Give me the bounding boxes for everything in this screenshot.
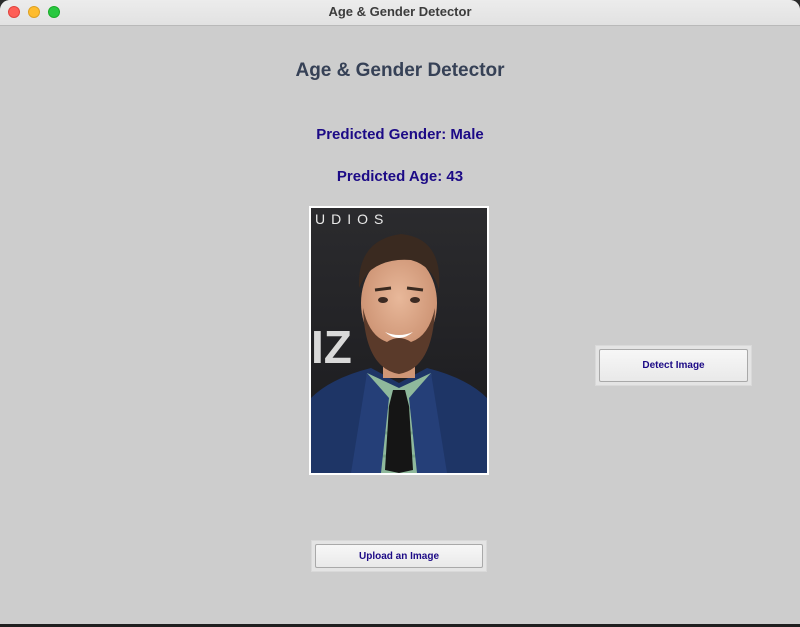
upload-image-button[interactable]: Upload an Image xyxy=(315,544,483,568)
page-heading: Age & Gender Detector xyxy=(295,60,505,81)
title-bar[interactable]: Age & Gender Detector xyxy=(0,0,800,26)
window-title: Age & Gender Detector xyxy=(328,4,472,19)
photo-backdrop-text-middle: IZ xyxy=(311,321,352,373)
uploaded-image: UDIOS IZ xyxy=(309,206,489,475)
app-window: Age & Gender Detector Age & Gender Detec… xyxy=(0,0,800,627)
detect-image-button-container: Detect Image xyxy=(595,345,752,386)
portrait-photo: UDIOS IZ xyxy=(311,208,487,473)
upload-image-button-container: Upload an Image xyxy=(311,540,487,572)
detect-image-button[interactable]: Detect Image xyxy=(599,349,748,382)
predicted-age-label: Predicted Age: 43 xyxy=(336,168,464,185)
predicted-gender-label: Predicted Gender: Male xyxy=(316,126,484,143)
photo-backdrop-text-top: UDIOS xyxy=(315,211,389,227)
